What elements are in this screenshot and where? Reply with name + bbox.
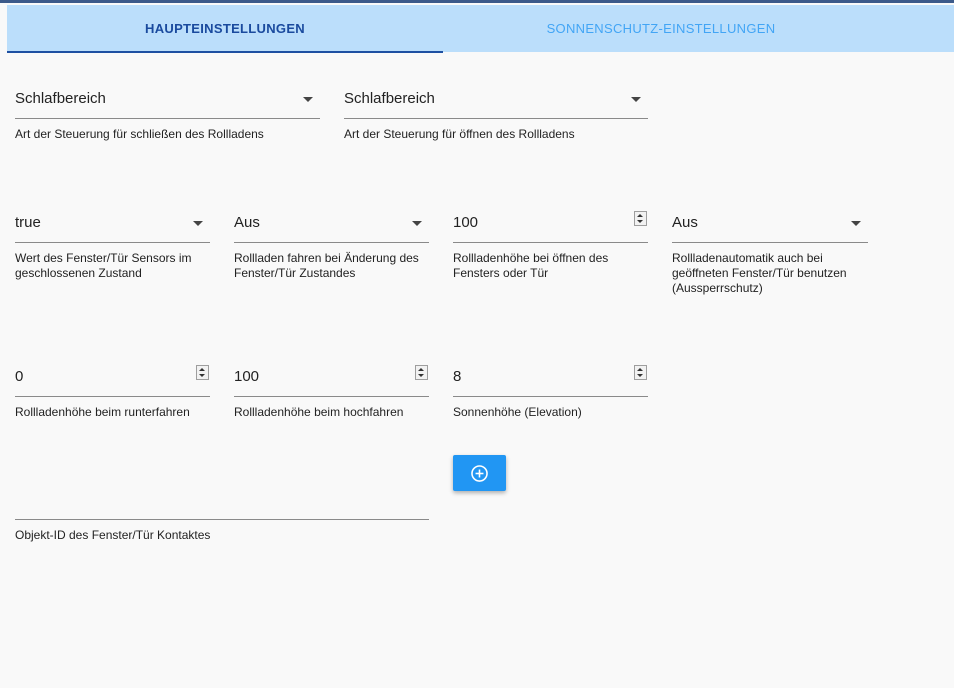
open-control-value: Schlafbereich — [344, 90, 435, 107]
caret-down-icon — [412, 221, 422, 226]
number-spinner-icon[interactable] — [634, 211, 647, 226]
window-sensor-value-select[interactable]: true Wert des Fenster/Tür Sensors im ges… — [15, 208, 210, 288]
window-sensor-value: true — [15, 214, 41, 231]
window-sensor-value-dropdown[interactable]: true — [15, 208, 210, 243]
height-up-value: 100 — [234, 368, 260, 385]
height-on-open-field: 100 Rollladenhöhe bei öffnen des Fenster… — [453, 208, 648, 288]
height-up-field: 100 Rollladenhöhe beim hochfahren — [234, 362, 429, 422]
height-down-label: Rollladenhöhe beim runterfahren — [15, 405, 190, 419]
lockout-protection-label: Rollladenautomatik auch bei geöffneten F… — [672, 251, 847, 295]
sun-elevation-value: 8 — [453, 368, 462, 385]
height-on-open-label: Rollladenhöhe bei öffnen des Fensters od… — [453, 251, 609, 280]
number-spinner-icon[interactable] — [415, 365, 428, 380]
tab-sunprotect-settings-label: SONNENSCHUTZ-EINSTELLUNGEN — [546, 21, 776, 36]
caret-down-icon — [631, 97, 641, 102]
lockout-protection-value: Aus — [672, 214, 698, 231]
caret-down-icon — [851, 221, 861, 226]
active-tab-indicator — [7, 51, 443, 53]
tab-bar: HAUPTEINSTELLUNGEN SONNENSCHUTZ-EINSTELL… — [7, 5, 954, 53]
height-down-field: 0 Rollladenhöhe beim runterfahren — [15, 362, 210, 422]
height-up-label: Rollladenhöhe beim hochfahren — [234, 405, 404, 419]
sun-elevation-label: Sonnenhöhe (Elevation) — [453, 405, 582, 419]
object-id-label: Objekt-ID des Fenster/Tür Kontaktes — [15, 528, 211, 542]
height-up-input[interactable]: 100 — [234, 362, 429, 397]
close-control-dropdown[interactable]: Schlafbereich — [15, 84, 320, 119]
close-control-value: Schlafbereich — [15, 90, 106, 107]
sun-elevation-input[interactable]: 8 — [453, 362, 648, 397]
caret-down-icon — [193, 221, 203, 226]
add-button[interactable] — [453, 455, 506, 491]
drive-on-change-dropdown[interactable]: Aus — [234, 208, 429, 243]
number-spinner-icon[interactable] — [196, 365, 209, 380]
open-control-dropdown[interactable]: Schlafbereich — [344, 84, 648, 119]
drive-on-change-value: Aus — [234, 214, 260, 231]
open-control-label: Art der Steuerung für öffnen des Rolllad… — [344, 127, 575, 141]
lockout-protection-select[interactable]: Aus Rollladenautomatik auch bei geöffnet… — [672, 208, 868, 303]
drive-on-change-select[interactable]: Aus Rollladen fahren bei Änderung des Fe… — [234, 208, 429, 288]
caret-down-icon — [303, 97, 313, 102]
object-id-input[interactable] — [15, 519, 429, 520]
tab-sunprotect-settings[interactable]: SONNENSCHUTZ-EINSTELLUNGEN — [443, 5, 879, 52]
window-sensor-value-label: Wert des Fenster/Tür Sensors im geschlos… — [15, 251, 192, 280]
height-on-open-input[interactable]: 100 — [453, 208, 648, 243]
height-down-value: 0 — [15, 368, 24, 385]
height-down-input[interactable]: 0 — [15, 362, 210, 397]
tab-main-settings[interactable]: HAUPTEINSTELLUNGEN — [7, 5, 443, 53]
sun-elevation-field: 8 Sonnenhöhe (Elevation) — [453, 362, 648, 422]
close-control-select[interactable]: Schlafbereich Art der Steuerung für schl… — [15, 84, 320, 144]
close-control-label: Art der Steuerung für schließen des Roll… — [15, 127, 264, 141]
number-spinner-icon[interactable] — [634, 365, 647, 380]
open-control-select[interactable]: Schlafbereich Art der Steuerung für öffn… — [344, 84, 648, 144]
lockout-protection-dropdown[interactable]: Aus — [672, 208, 868, 243]
drive-on-change-label: Rollladen fahren bei Änderung des Fenste… — [234, 251, 419, 280]
tab-main-settings-label: HAUPTEINSTELLUNGEN — [145, 21, 305, 36]
add-circle-icon — [471, 465, 488, 482]
height-on-open-value: 100 — [453, 214, 479, 231]
window-top-border — [0, 0, 954, 3]
